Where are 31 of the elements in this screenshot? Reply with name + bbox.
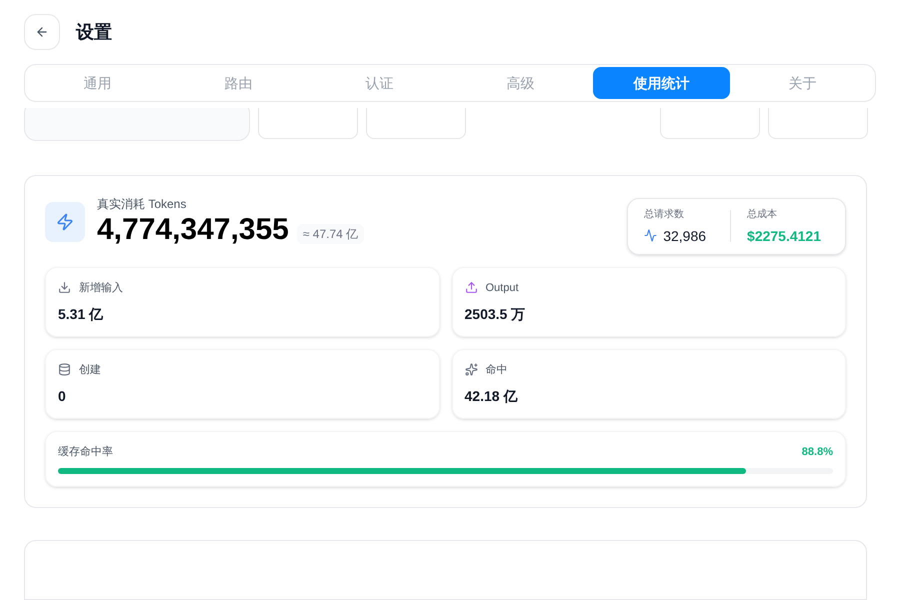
tokens-total: 4,774,347,355 <box>97 212 289 248</box>
download-icon <box>58 281 71 294</box>
stat-value: 32,986 <box>663 226 706 246</box>
stat-label: 总成本 <box>747 208 778 222</box>
tab[interactable]: 认证 <box>311 67 448 100</box>
tab[interactable]: 通用 <box>29 67 166 100</box>
metric-value: 0 <box>58 387 67 406</box>
lightning-icon <box>56 212 74 230</box>
cache-rate-reading: 88.8% <box>802 444 833 460</box>
stat-label: 总请求数 <box>644 208 686 222</box>
tab[interactable]: 路由 <box>170 67 307 100</box>
metric-label: Output <box>486 280 519 296</box>
tab[interactable]: 高级 <box>452 67 589 100</box>
metric-label: 创建 <box>79 362 101 378</box>
pulse-icon <box>644 229 658 242</box>
upload-icon <box>464 281 478 294</box>
tokens-label: 真实消耗 Tokens <box>97 196 188 212</box>
cache-rate-label: 缓存命中率 <box>58 444 113 460</box>
metric-value: 5.31 亿 <box>58 305 104 324</box>
back-button[interactable] <box>24 14 60 50</box>
sparkles-icon <box>464 363 478 376</box>
metric-label: 新增输入 <box>79 280 123 296</box>
page-title: 设置 <box>76 21 112 44</box>
database-icon <box>58 363 71 376</box>
stat-value: $2275.4121 <box>747 226 821 246</box>
tab[interactable]: 使用统计 <box>593 67 730 100</box>
tab[interactable]: 关于 <box>734 67 871 100</box>
metric-label: 命中 <box>486 362 508 378</box>
metric-value: 2503.5 万 <box>464 305 526 324</box>
metric-value: 42.18 亿 <box>464 387 518 406</box>
approx-badge: ≈ 47.74 亿 <box>296 224 364 244</box>
